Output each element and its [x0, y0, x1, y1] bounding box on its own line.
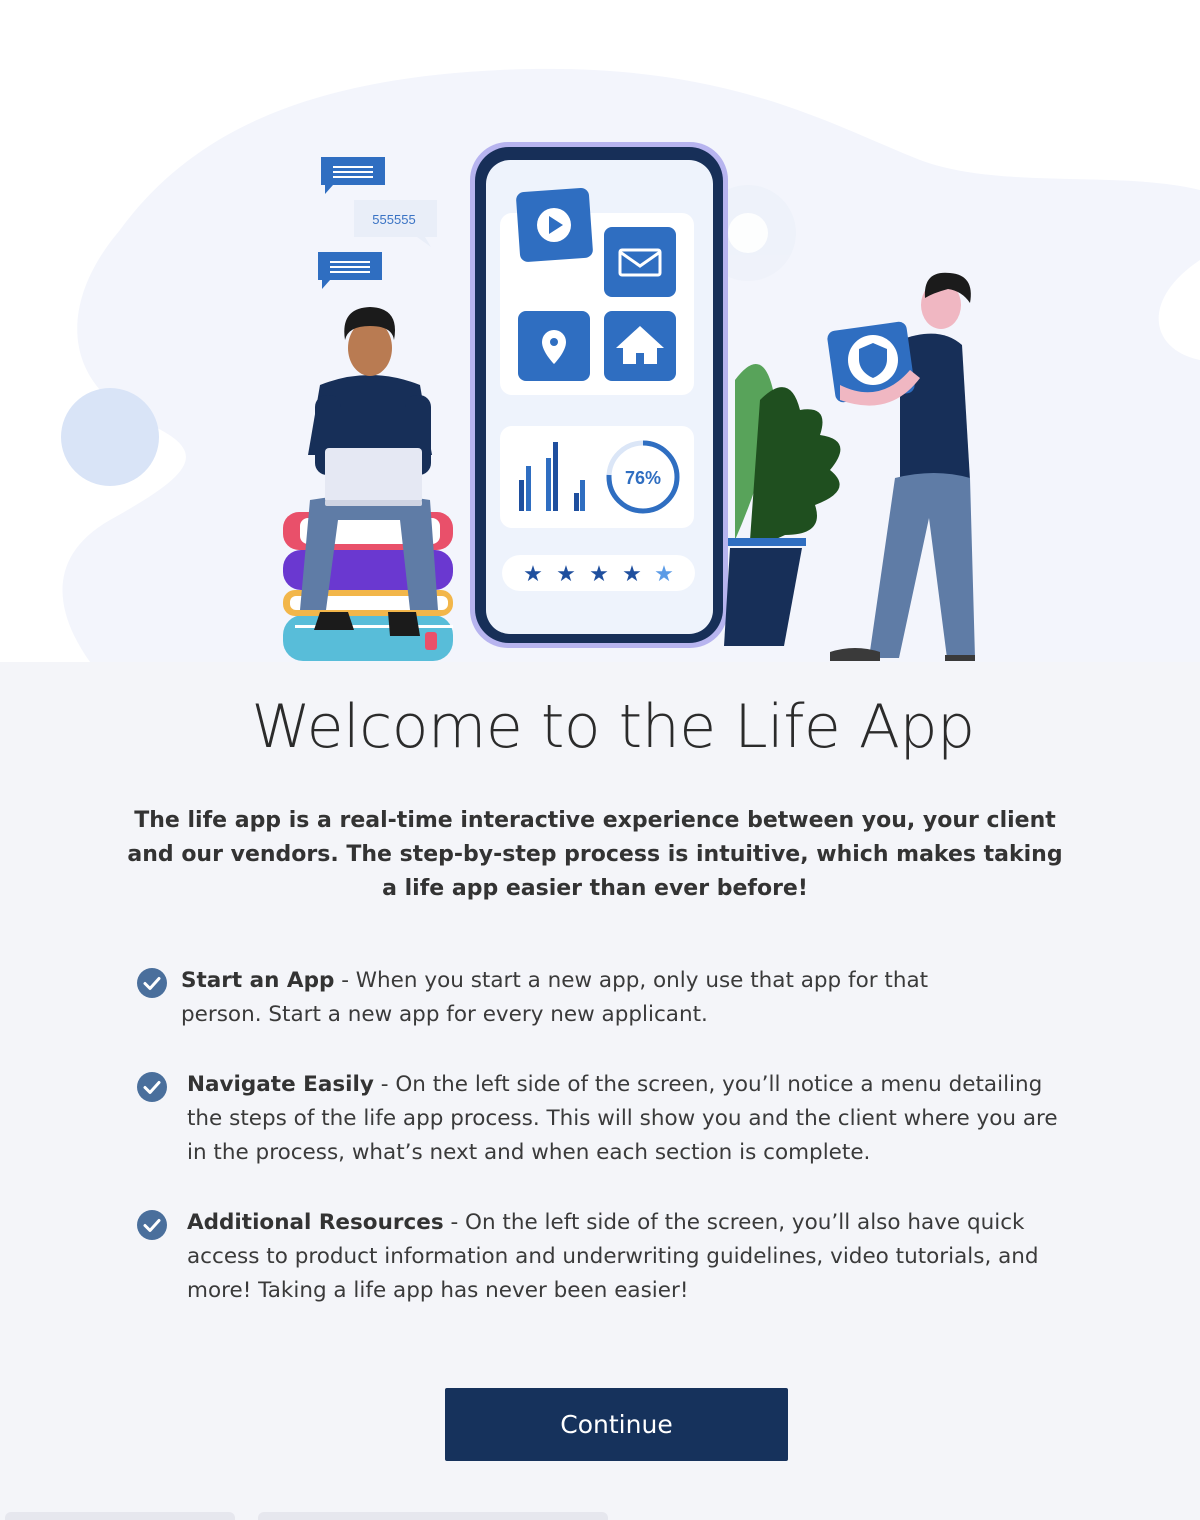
feature-text: Additional Resources - On the left side …	[187, 1206, 1067, 1308]
feature-title: Additional Resources	[187, 1210, 444, 1235]
welcome-panel: Welcome to the Life App The life app is …	[0, 662, 1200, 1520]
feature-item: Additional Resources - On the left side …	[136, 1206, 1076, 1308]
feature-text: Start an App - When you start a new app,…	[181, 964, 981, 1032]
hero-illustration-svg: 555555 76% ★ ★ ★ ★ ★	[61, 68, 1200, 662]
phone-illustration: 76% ★ ★ ★ ★ ★	[470, 142, 728, 648]
footer-tab	[258, 1512, 608, 1520]
hero-illustration: 555555 76% ★ ★ ★ ★ ★	[0, 0, 1200, 662]
star-icon: ★	[589, 561, 609, 586]
continue-button[interactable]: Continue	[445, 1388, 788, 1461]
star-icon: ★	[556, 561, 576, 586]
check-circle-icon	[137, 1210, 167, 1240]
progress-value: 76%	[625, 468, 661, 488]
chat-bubble-label: 555555	[372, 212, 415, 227]
check-circle-icon	[137, 968, 167, 998]
footer-tab	[5, 1512, 235, 1520]
feature-title: Navigate Easily	[187, 1072, 374, 1097]
feature-text: Navigate Easily - On the left side of th…	[187, 1068, 1076, 1170]
intro-text: The life app is a real-time interactive …	[127, 808, 1063, 901]
check-circle-icon	[137, 1072, 167, 1102]
feature-item: Navigate Easily - On the left side of th…	[136, 1068, 1076, 1170]
star-icon: ★	[523, 561, 543, 586]
decor-circle	[61, 388, 159, 486]
page-title: Welcome to the Life App	[251, 692, 975, 762]
shield-icon	[848, 335, 898, 385]
feature-title: Start an App	[181, 968, 335, 993]
star-icon: ★	[654, 561, 674, 586]
star-icon: ★	[622, 561, 642, 586]
feature-item: Start an App - When you start a new app,…	[136, 964, 1076, 1032]
